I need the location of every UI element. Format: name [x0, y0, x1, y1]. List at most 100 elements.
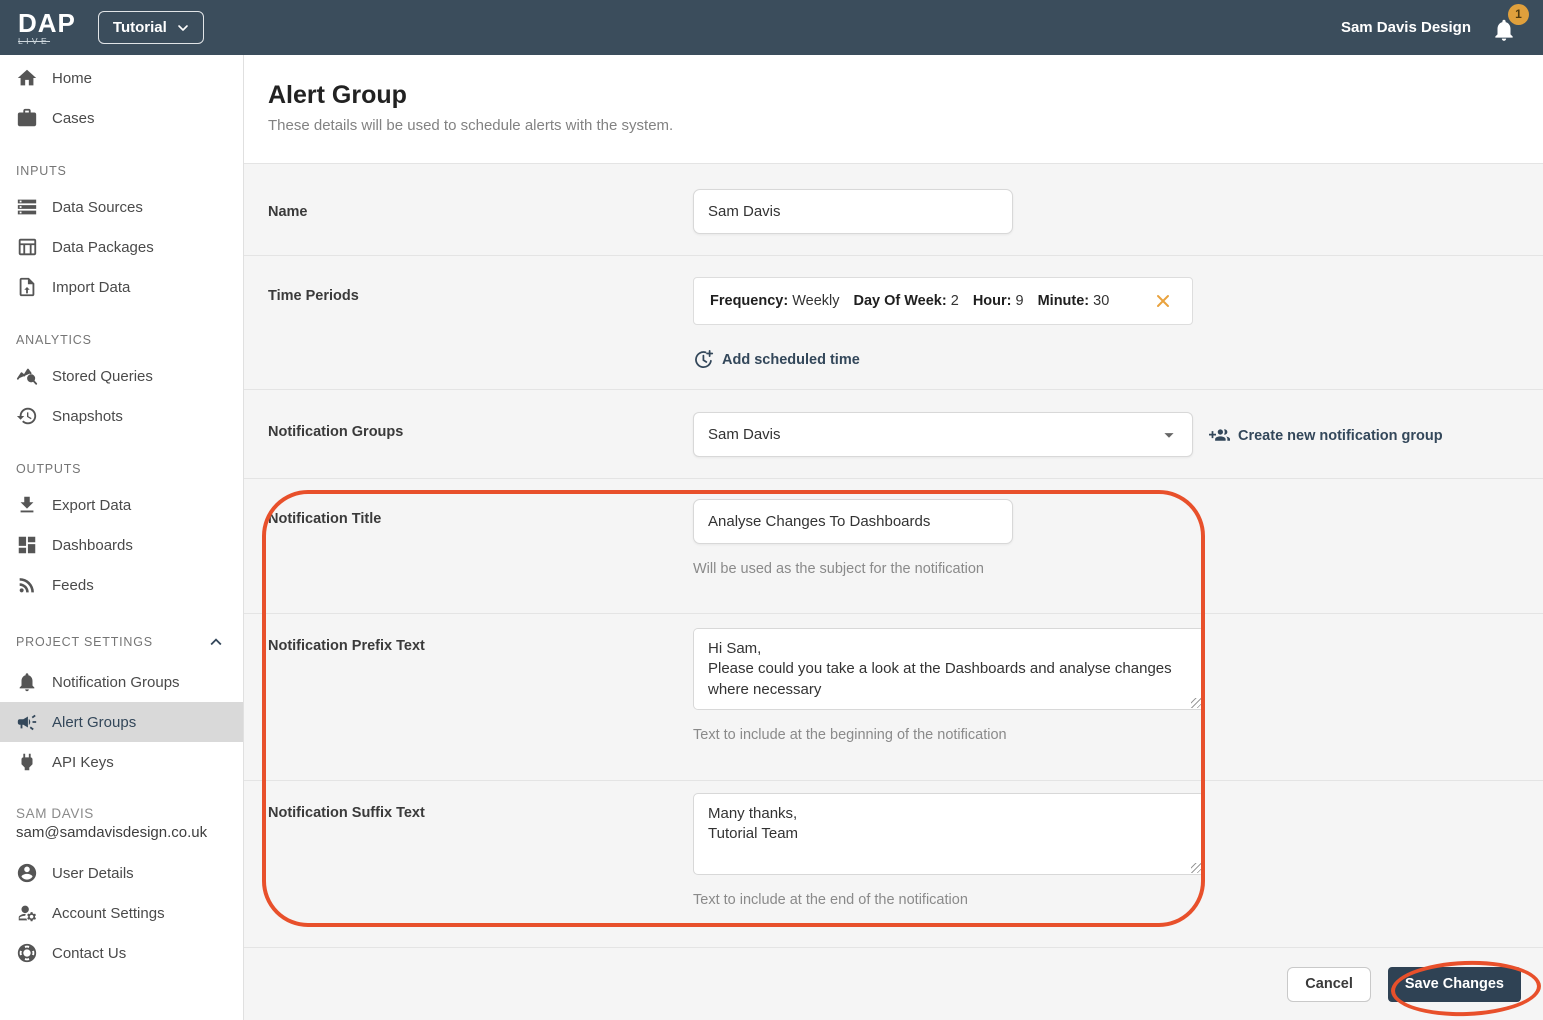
top-bar: DAP LIVE Tutorial Sam Davis Design 1 — [0, 0, 1543, 55]
hour-value: 9 — [1015, 293, 1024, 309]
sidebar-item-home[interactable]: Home — [0, 58, 243, 98]
sidebar-item-label: User Details — [52, 864, 134, 882]
notifications-bell-button[interactable]: 1 — [1491, 3, 1529, 43]
notification-title-input[interactable] — [693, 499, 1013, 544]
caret-down-icon — [1164, 432, 1174, 438]
frequency-value: Weekly — [792, 293, 840, 309]
form-row-name: Name — [244, 163, 1543, 255]
sidebar-section-inputs: INPUTS — [16, 164, 67, 178]
create-notification-group-button[interactable]: Create new notification group — [1209, 425, 1443, 446]
notification-suffix-label: Notification Suffix Text — [268, 805, 425, 821]
notification-group-select[interactable]: Sam Davis — [693, 412, 1193, 457]
day-of-week-label: Day Of Week: — [853, 293, 947, 309]
sidebar-item-cases[interactable]: Cases — [0, 98, 243, 138]
home-icon — [16, 67, 38, 89]
sidebar-item-dashboards[interactable]: Dashboards — [0, 525, 243, 565]
storage-icon — [16, 196, 38, 218]
person-gear-icon — [16, 902, 38, 924]
sidebar-item-export-data[interactable]: Export Data — [0, 485, 243, 525]
notification-title-label: Notification Title — [268, 511, 382, 527]
sidebar-item-label: Account Settings — [52, 904, 165, 922]
project-selector-label: Tutorial — [112, 19, 167, 36]
main-content: Alert Group These details will be used t… — [244, 55, 1543, 1020]
sidebar-section-analytics: ANALYTICS — [16, 333, 92, 347]
sidebar-section-outputs: OUTPUTS — [16, 462, 82, 476]
notification-prefix-hint: Text to include at the beginning of the … — [693, 727, 1007, 743]
notification-prefix-label: Notification Prefix Text — [268, 638, 425, 654]
sidebar-item-api-keys[interactable]: API Keys — [0, 742, 243, 782]
dap-live-logo[interactable]: DAP LIVE — [18, 10, 76, 46]
account-circle-icon — [16, 862, 38, 884]
sidebar-item-label: Home — [52, 69, 93, 87]
frequency-label: Frequency: — [710, 293, 789, 309]
sidebar-item-label: Import Data — [52, 278, 131, 296]
project-selector-button[interactable]: Tutorial — [97, 11, 204, 44]
sidebar-user-block: SAM DAVIS sam@samdavisdesign.co.uk User … — [0, 806, 243, 973]
collapse-section-button[interactable] — [205, 631, 227, 653]
form-footer: Cancel Save Changes — [244, 947, 1543, 1020]
sidebar-item-notification-groups[interactable]: Notification Groups — [0, 662, 243, 702]
sidebar-section-project-settings: PROJECT SETTINGS — [0, 605, 243, 662]
sidebar-item-import-data[interactable]: Import Data — [0, 267, 243, 307]
notification-group-selected-value: Sam Davis — [708, 426, 781, 443]
plug-icon — [16, 751, 38, 773]
user-name-label: SAM DAVIS — [16, 806, 94, 821]
page-header: Alert Group These details will be used t… — [244, 55, 1543, 163]
sidebar-item-data-packages[interactable]: Data Packages — [0, 227, 243, 267]
form-row-notification-groups: Notification Groups Sam Davis Create new… — [244, 389, 1543, 478]
sidebar-item-label: Snapshots — [52, 407, 123, 425]
form-row-notification-suffix: Notification Suffix Text Many thanks, Tu… — [244, 780, 1543, 947]
history-icon — [16, 405, 38, 427]
form-row-notification-title: Notification Title Will be used as the s… — [244, 478, 1543, 613]
sidebar-item-label: Data Sources — [52, 198, 143, 216]
sidebar-item-feeds[interactable]: Feeds — [0, 565, 243, 605]
add-scheduled-time-button[interactable]: Add scheduled time — [693, 349, 860, 370]
support-icon — [16, 942, 38, 964]
logo-main-text: DAP — [18, 7, 76, 38]
sidebar-item-account-settings[interactable]: Account Settings — [0, 893, 243, 933]
cancel-button[interactable]: Cancel — [1287, 966, 1371, 1002]
sidebar-item-user-details[interactable]: User Details — [0, 853, 243, 893]
form-row-time-periods: Time Periods Frequency: Weekly Day Of We… — [244, 255, 1543, 389]
bell-icon — [16, 671, 38, 693]
sidebar-item-label: Contact Us — [52, 944, 127, 962]
sidebar-item-label: Stored Queries — [52, 367, 153, 385]
app-window: DAP LIVE Tutorial Sam Davis Design 1 Hom… — [0, 0, 1543, 1020]
notification-prefix-textarea[interactable]: Hi Sam, Please could you take a look at … — [693, 628, 1205, 710]
table-columns-icon — [16, 236, 38, 258]
sidebar: Home Cases INPUTS Data Sources Data Pack… — [0, 55, 244, 1020]
sidebar-item-stored-queries[interactable]: Stored Queries — [0, 356, 243, 396]
form-row-notification-prefix: Notification Prefix Text Hi Sam, Please … — [244, 613, 1543, 780]
sidebar-item-label: API Keys — [52, 753, 114, 771]
account-name: Sam Davis Design — [1340, 19, 1471, 36]
notification-suffix-hint: Text to include at the end of the notifi… — [693, 892, 968, 908]
notification-suffix-textarea[interactable]: Many thanks, Tutorial Team — [693, 793, 1205, 875]
sidebar-item-snapshots[interactable]: Snapshots — [0, 396, 243, 436]
save-changes-button[interactable]: Save Changes — [1387, 966, 1521, 1002]
minute-value: 30 — [1093, 293, 1110, 309]
logo-sub-text: LIVE — [18, 35, 51, 46]
minute-label: Minute: — [1037, 293, 1090, 309]
remove-scheduled-time-button[interactable] — [1150, 288, 1176, 314]
briefcase-icon — [16, 107, 38, 129]
sidebar-item-contact-us[interactable]: Contact Us — [0, 933, 243, 973]
clock-plus-icon — [693, 349, 714, 370]
chevron-up-icon — [210, 638, 222, 646]
time-periods-label: Time Periods — [268, 288, 359, 304]
page-subtitle: These details will be used to schedule a… — [268, 117, 674, 134]
sidebar-item-label: Dashboards — [52, 536, 133, 554]
sidebar-item-data-sources[interactable]: Data Sources — [0, 187, 243, 227]
download-icon — [16, 494, 38, 516]
user-email-label: sam@samdavisdesign.co.uk — [16, 824, 208, 841]
create-notification-group-label: Create new notification group — [1238, 427, 1443, 444]
name-input[interactable] — [693, 189, 1013, 234]
megaphone-icon — [16, 711, 38, 733]
query-stats-icon — [16, 365, 38, 387]
alert-group-form: Name Time Periods Frequency: Weekly Day … — [244, 163, 1543, 1020]
scheduled-time-card: Frequency: Weekly Day Of Week: 2 Hour: 9… — [693, 277, 1193, 325]
notification-count-badge: 1 — [1508, 3, 1529, 25]
resize-handle[interactable] — [1191, 698, 1201, 708]
resize-handle[interactable] — [1191, 863, 1201, 873]
sidebar-item-alert-groups[interactable]: Alert Groups — [0, 702, 243, 742]
sidebar-item-label: Export Data — [52, 496, 132, 514]
